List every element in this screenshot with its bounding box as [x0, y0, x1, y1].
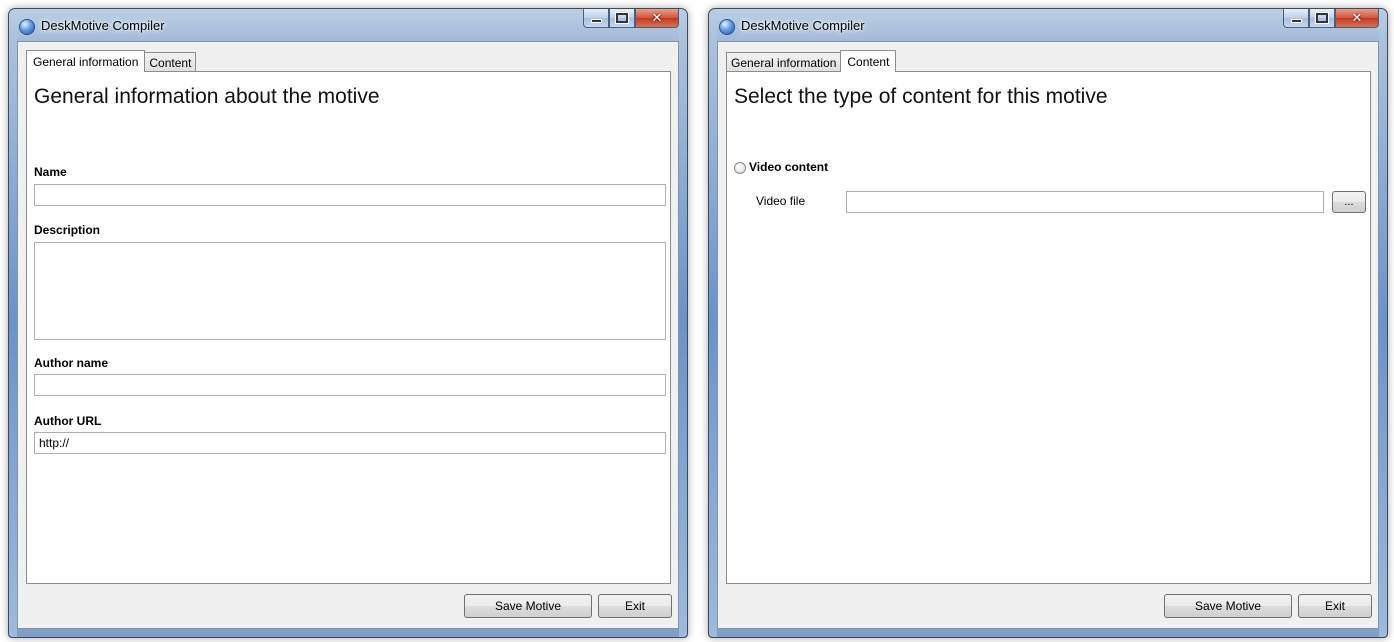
close-icon: ✕ [1351, 10, 1363, 26]
video-content-label[interactable]: Video content [749, 160, 828, 174]
tab-strip: General information Content [726, 50, 897, 72]
window-title: DeskMotive Compiler [741, 18, 865, 33]
window-content: DeskMotive Compiler ✕ General informatio… [708, 8, 1388, 638]
title-bar[interactable]: DeskMotive Compiler ✕ [709, 9, 1387, 41]
name-input[interactable] [34, 184, 666, 206]
minimize-icon [1290, 19, 1302, 23]
maximize-button[interactable] [1309, 9, 1335, 28]
author-url-label: Author URL [34, 414, 102, 428]
window-general-information: DeskMotive Compiler ✕ General informatio… [8, 8, 688, 638]
video-content-radio[interactable] [734, 162, 746, 174]
maximize-button[interactable] [609, 9, 635, 28]
app-icon [19, 19, 35, 35]
caption-buttons: ✕ [583, 9, 679, 29]
save-motive-button[interactable]: Save Motive [1164, 594, 1292, 618]
tab-panel: General information about the motive Nam… [26, 71, 671, 584]
minimize-button[interactable] [1283, 9, 1309, 28]
close-button[interactable]: ✕ [635, 9, 679, 28]
page-title: General information about the motive [34, 85, 380, 108]
video-file-input[interactable] [846, 191, 1324, 213]
tab-strip: General information Content [26, 50, 197, 72]
tab-general-information[interactable]: General information [726, 52, 842, 72]
page-title: Select the type of content for this moti… [734, 85, 1108, 108]
name-label: Name [34, 165, 67, 179]
description-label: Description [34, 223, 101, 237]
window-client-area: General information Content Select the t… [717, 41, 1379, 629]
browse-button[interactable]: ... [1332, 191, 1366, 213]
tab-content[interactable]: Content [144, 52, 197, 72]
tab-content[interactable]: Content [840, 50, 897, 72]
minimize-icon [590, 19, 602, 23]
window-client-area: General information Content General info… [17, 41, 679, 629]
tab-general-information[interactable]: General information [26, 50, 146, 72]
maximize-icon [1316, 13, 1328, 23]
window-title: DeskMotive Compiler [41, 18, 165, 33]
author-name-label: Author name [34, 356, 109, 370]
app-icon [719, 19, 735, 35]
description-textarea[interactable] [34, 242, 666, 340]
video-file-label: Video file [756, 194, 806, 208]
author-name-input[interactable] [34, 374, 666, 396]
author-url-input[interactable] [34, 432, 666, 454]
close-button[interactable]: ✕ [1335, 9, 1379, 28]
maximize-icon [616, 13, 628, 23]
exit-button[interactable]: Exit [1298, 594, 1372, 618]
close-icon: ✕ [651, 10, 663, 26]
minimize-button[interactable] [583, 9, 609, 28]
caption-buttons: ✕ [1283, 9, 1379, 29]
title-bar[interactable]: DeskMotive Compiler ✕ [9, 9, 687, 41]
exit-button[interactable]: Exit [598, 594, 672, 618]
tab-panel: Select the type of content for this moti… [726, 71, 1371, 584]
save-motive-button[interactable]: Save Motive [464, 594, 592, 618]
